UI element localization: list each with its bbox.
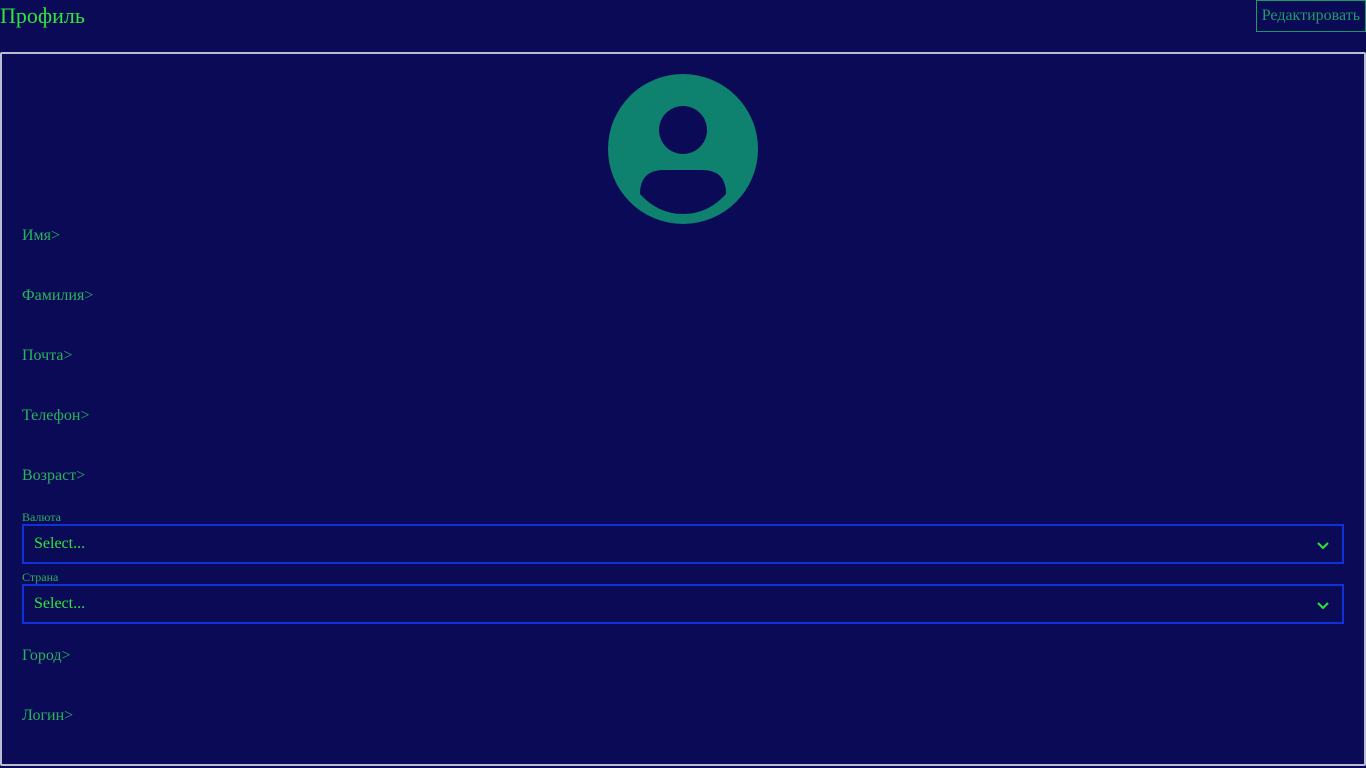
edit-button[interactable]: Редактировать: [1255, 0, 1366, 32]
chevron-down-icon: [1317, 602, 1329, 610]
country-select[interactable]: Select...: [22, 584, 1344, 624]
chevron-down-icon: [1317, 542, 1329, 550]
age-field[interactable]: Возраст>: [22, 466, 85, 486]
currency-select[interactable]: Select...: [22, 524, 1344, 564]
phone-field[interactable]: Телефон>: [22, 406, 90, 426]
last-name-field[interactable]: Фамилия>: [22, 286, 93, 306]
login-field[interactable]: Логин>: [22, 706, 73, 726]
profile-card: Имя> Фамилия> Почта> Телефон> Возраст> В…: [0, 52, 1366, 766]
currency-select-value: Select...: [34, 535, 86, 552]
user-avatar-icon: [608, 74, 758, 224]
page-title: Профиль: [0, 3, 85, 28]
country-label: Страна: [22, 570, 59, 584]
first-name-field[interactable]: Имя>: [22, 226, 60, 246]
email-field[interactable]: Почта>: [22, 346, 73, 366]
city-field[interactable]: Город>: [22, 646, 71, 666]
header: Профиль Редактировать: [0, 0, 1366, 52]
currency-label: Валюта: [22, 510, 61, 524]
country-select-value: Select...: [34, 595, 86, 612]
